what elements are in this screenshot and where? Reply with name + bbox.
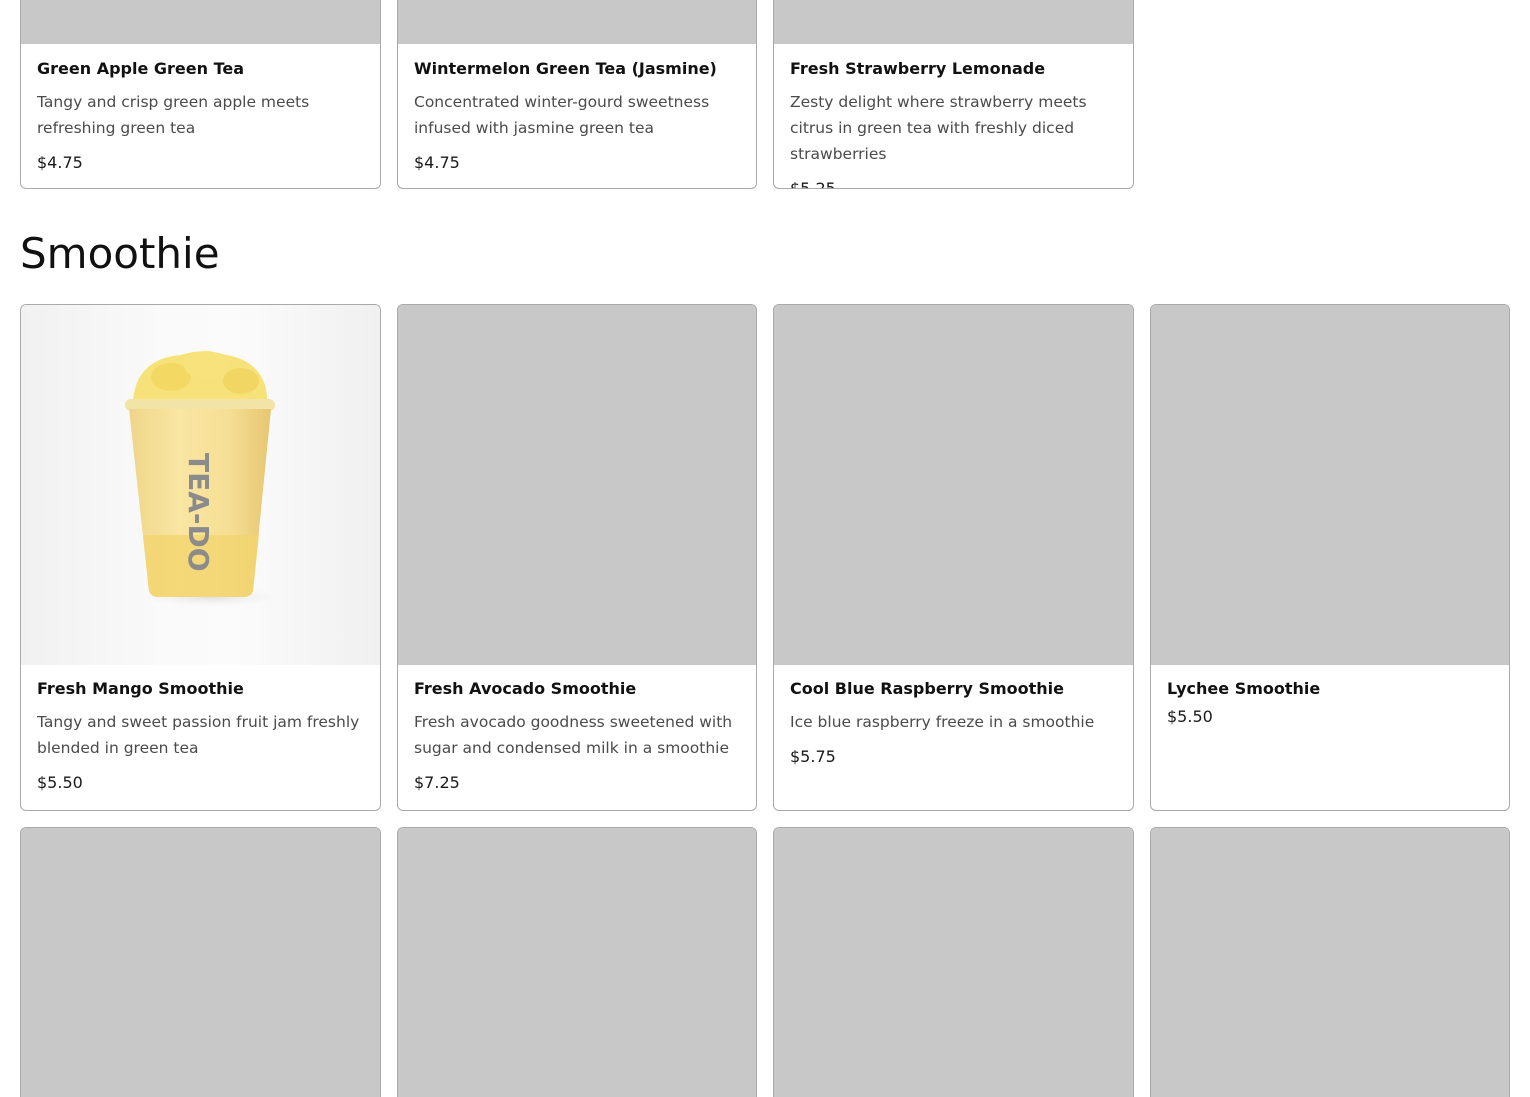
menu-item-card[interactable] [397, 827, 757, 1097]
item-image-placeholder [398, 305, 756, 665]
item-price: $7.25 [414, 773, 460, 792]
item-name: Wintermelon Green Tea (Jasmine) [414, 59, 717, 78]
smoothie-cup-icon: TEA-DO [125, 351, 281, 607]
item-name: Fresh Strawberry Lemonade [790, 59, 1046, 78]
menu-item-card[interactable]: Fresh Strawberry Lemonade Zesty delight … [773, 0, 1134, 189]
cup-logo-text: TEA-DO [182, 453, 215, 572]
item-description: Tangy and sweet passion fruit jam freshl… [37, 713, 360, 757]
item-price: $5.75 [790, 747, 836, 766]
item-description: Fresh avocado goodness sweetened with su… [414, 713, 733, 757]
item-image-placeholder [774, 828, 1133, 1097]
item-image-placeholder [398, 828, 756, 1097]
menu-item-card[interactable] [773, 827, 1134, 1097]
item-name: Cool Blue Raspberry Smoothie [790, 679, 1065, 698]
item-image-placeholder [774, 0, 1133, 44]
menu-item-card[interactable] [1150, 827, 1510, 1097]
item-price: $5.50 [37, 773, 83, 792]
item-image-placeholder [21, 828, 380, 1097]
menu-item-card[interactable]: Green Apple Green Tea Tangy and crisp gr… [20, 0, 381, 189]
item-description: Concentrated winter-gourd sweetness infu… [414, 93, 710, 137]
item-image-placeholder [774, 305, 1133, 665]
menu-item-card[interactable]: Fresh Avocado Smoothie Fresh avocado goo… [397, 304, 757, 811]
item-description: Ice blue raspberry freeze in a smoothie [790, 713, 1095, 731]
menu-item-card[interactable]: TEA-DO Fresh Mango Smoothie Tangy and sw… [20, 304, 381, 811]
item-name: Fresh Avocado Smoothie [414, 679, 637, 698]
item-image-placeholder [1151, 305, 1509, 665]
section-title-smoothie: Smoothie [20, 229, 220, 278]
mango-smoothie-image: TEA-DO [21, 305, 380, 665]
item-description: Zesty delight where strawberry meets cit… [790, 93, 1087, 163]
item-name: Lychee Smoothie [1167, 679, 1321, 698]
menu-item-card[interactable] [20, 827, 381, 1097]
menu-item-card[interactable]: Lychee Smoothie $5.50 [1150, 304, 1510, 811]
item-name: Green Apple Green Tea [37, 59, 245, 78]
item-image-placeholder [1151, 828, 1509, 1097]
item-name: Fresh Mango Smoothie [37, 679, 244, 698]
item-price: $4.75 [37, 153, 83, 172]
item-image-placeholder [398, 0, 756, 44]
item-description: Tangy and crisp green apple meets refres… [37, 93, 310, 137]
menu-item-card[interactable]: Cool Blue Raspberry Smoothie Ice blue ra… [773, 304, 1134, 811]
item-price: $5.50 [1167, 707, 1213, 726]
item-image-placeholder [21, 0, 380, 44]
item-price: $5.25 [790, 179, 836, 189]
menu-page: Green Apple Green Tea Tangy and crisp gr… [0, 0, 1530, 1097]
menu-item-card[interactable]: Wintermelon Green Tea (Jasmine) Concentr… [397, 0, 757, 189]
item-price: $4.75 [414, 153, 460, 172]
